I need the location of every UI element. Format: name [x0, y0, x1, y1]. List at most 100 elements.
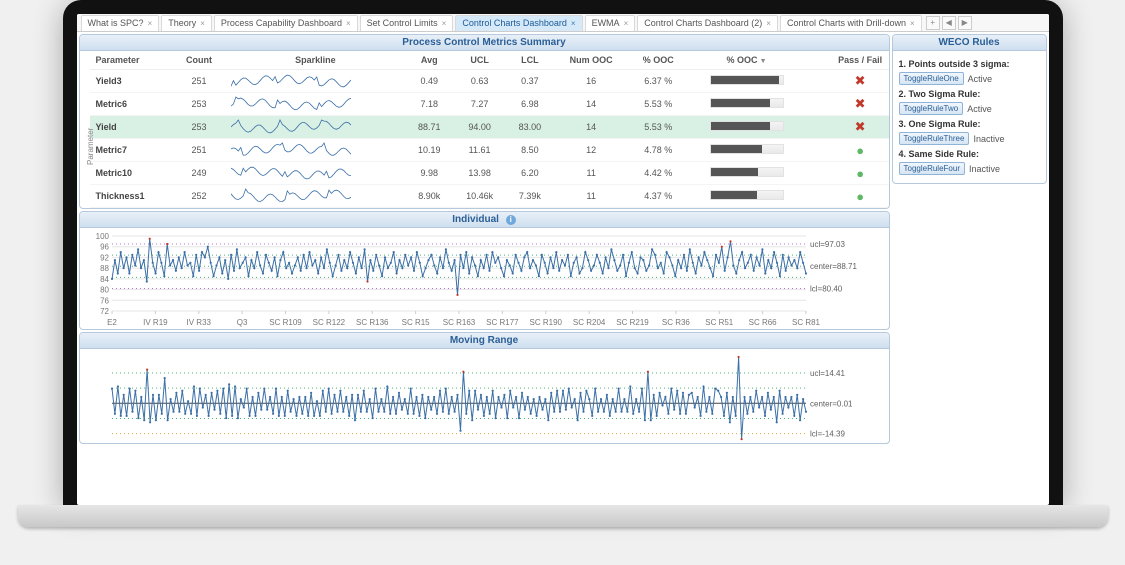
close-icon[interactable]: × — [442, 19, 447, 28]
svg-text:88: 88 — [100, 264, 109, 273]
weco-state: Inactive — [973, 134, 1004, 144]
tab-label: Theory — [168, 18, 196, 28]
tab-scroll-left-button[interactable]: ◀ — [942, 16, 956, 30]
moving-range-title: Moving Range — [80, 333, 889, 349]
col-Sparkline[interactable]: Sparkline — [225, 51, 406, 70]
cell-count: 249 — [173, 162, 225, 185]
weco-toggle-button[interactable]: ToggleRuleOne — [899, 72, 964, 85]
close-icon[interactable]: × — [624, 19, 629, 28]
tab-2[interactable]: Process Capability Dashboard × — [214, 15, 358, 31]
close-icon[interactable]: × — [910, 19, 915, 28]
moving-range-chart[interactable]: ucl=14.41center=0.01lcl=-14.39 — [80, 349, 889, 443]
col-Parameter[interactable]: Parameter — [90, 51, 174, 70]
laptop-frame: What is SPC?×Theory×Process Capability D… — [0, 0, 1125, 565]
svg-text:center=0.01: center=0.01 — [810, 399, 853, 408]
svg-text:SC R136: SC R136 — [356, 318, 389, 327]
cell-passfail: ● — [822, 162, 890, 185]
table-row[interactable]: Metric102499.9813.986.20114.42 %● — [90, 162, 890, 185]
table-row[interactable]: Metric725110.1911.618.50124.78 %● — [90, 139, 890, 162]
cell-passfail: ✖ — [822, 70, 890, 93]
cell-lcl: 7.39k — [506, 185, 553, 208]
cell-passfail: ✖ — [822, 93, 890, 116]
cell-pctooc: 4.37 % — [629, 185, 688, 208]
col-Pass / Fail[interactable]: Pass / Fail — [822, 51, 890, 70]
tab-5[interactable]: EWMA× — [585, 15, 636, 31]
svg-text:E2: E2 — [107, 318, 117, 327]
svg-text:lcl=80.40: lcl=80.40 — [810, 285, 843, 294]
tab-4[interactable]: Control Charts Dashboard× — [455, 15, 582, 31]
weco-state: Active — [968, 74, 993, 84]
app-screen: What is SPC?×Theory×Process Capability D… — [77, 14, 1049, 505]
col-Avg[interactable]: Avg — [406, 51, 453, 70]
cell-passfail: ● — [822, 185, 890, 208]
individual-chart[interactable]: 72768084889296100E2IV R19IV R33Q3SC R109… — [80, 228, 889, 329]
col-Count[interactable]: Count — [173, 51, 225, 70]
cell-count: 253 — [173, 116, 225, 139]
close-icon[interactable]: × — [346, 19, 351, 28]
tab-scroll-right-button[interactable]: ▶ — [958, 16, 972, 30]
close-icon[interactable]: × — [571, 19, 576, 28]
tab-label: What is SPC? — [88, 18, 144, 28]
tab-label: Process Capability Dashboard — [221, 18, 342, 28]
col-LCL[interactable]: LCL — [506, 51, 553, 70]
cell-spacer — [805, 93, 821, 116]
svg-text:SC R122: SC R122 — [312, 318, 345, 327]
cell-spacer — [805, 185, 821, 208]
weco-rule-row: ToggleRuleThreeInactive — [899, 132, 1040, 145]
weco-toggle-button[interactable]: ToggleRuleThree — [899, 132, 970, 145]
cell-spacer — [805, 70, 821, 93]
cell-param: Thickness1 — [90, 185, 174, 208]
close-icon[interactable]: × — [148, 19, 153, 28]
table-row[interactable]: Yield25388.7194.0083.00145.53 %✖ — [90, 116, 890, 139]
col-% OOC[interactable]: % OOC▼ — [688, 51, 806, 70]
cell-numooc: 14 — [554, 116, 629, 139]
cell-pctooc: 5.53 % — [629, 93, 688, 116]
tab-label: Control Charts with Drill-down — [787, 18, 906, 28]
cell-avg: 7.18 — [406, 93, 453, 116]
table-row[interactable]: Yield32510.490.630.37166.37 %✖ — [90, 70, 890, 93]
close-icon[interactable]: × — [200, 19, 205, 28]
info-icon[interactable]: i — [506, 215, 516, 225]
col-bar[interactable] — [805, 51, 821, 70]
individual-title: Individual i — [80, 212, 889, 228]
table-row[interactable]: Thickness12528.90k10.46k7.39k114.37 %● — [90, 185, 890, 208]
tab-add-button[interactable]: + — [926, 16, 940, 30]
col-% OOC[interactable]: % OOC — [629, 51, 688, 70]
cell-numooc: 14 — [554, 93, 629, 116]
weco-state: Active — [967, 104, 992, 114]
individual-title-text: Individual — [452, 214, 499, 225]
col-UCL[interactable]: UCL — [453, 51, 506, 70]
cell-ucl: 0.63 — [453, 70, 506, 93]
svg-text:center=88.71: center=88.71 — [810, 262, 857, 271]
svg-text:SC R36: SC R36 — [661, 318, 690, 327]
tab-6[interactable]: Control Charts Dashboard (2)× — [637, 15, 778, 31]
weco-state: Inactive — [969, 164, 1000, 174]
col-Num OOC[interactable]: Num OOC — [554, 51, 629, 70]
cell-param: Yield3 — [90, 70, 174, 93]
cell-count: 252 — [173, 185, 225, 208]
cell-avg: 88.71 — [406, 116, 453, 139]
svg-text:96: 96 — [100, 243, 109, 252]
close-icon[interactable]: × — [766, 19, 771, 28]
svg-text:IV R33: IV R33 — [186, 318, 211, 327]
cell-ucl: 7.27 — [453, 93, 506, 116]
weco-toggle-button[interactable]: ToggleRuleFour — [899, 162, 965, 175]
tab-3[interactable]: Set Control Limits× — [360, 15, 454, 31]
cell-numooc: 16 — [554, 70, 629, 93]
svg-text:SC R109: SC R109 — [269, 318, 302, 327]
weco-rule-label: 2. Two Sigma Rule: — [899, 89, 1040, 99]
cell-param: Metric7 — [90, 139, 174, 162]
tab-7[interactable]: Control Charts with Drill-down × — [780, 15, 922, 31]
svg-text:SC R204: SC R204 — [572, 318, 605, 327]
svg-text:SC R15: SC R15 — [401, 318, 430, 327]
tab-0[interactable]: What is SPC? × — [81, 15, 160, 31]
svg-text:SC R190: SC R190 — [529, 318, 562, 327]
cell-avg: 10.19 — [406, 139, 453, 162]
cell-oocbar — [688, 93, 806, 116]
weco-toggle-button[interactable]: ToggleRuleTwo — [899, 102, 964, 115]
cell-avg: 0.49 — [406, 70, 453, 93]
cell-numooc: 11 — [554, 185, 629, 208]
tab-1[interactable]: Theory × — [161, 15, 212, 31]
cell-avg: 9.98 — [406, 162, 453, 185]
table-row[interactable]: Metric62537.187.276.98145.53 %✖ — [90, 93, 890, 116]
